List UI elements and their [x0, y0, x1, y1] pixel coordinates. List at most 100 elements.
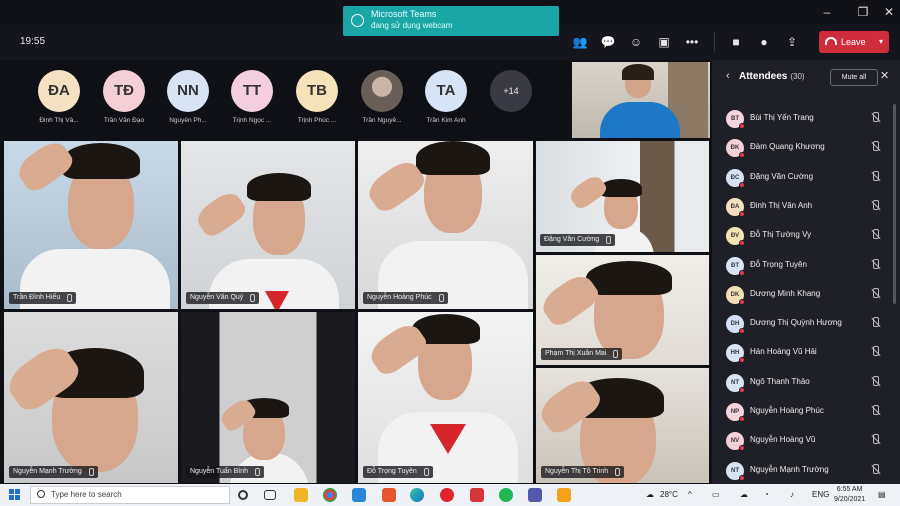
share-screen-icon[interactable]: ⇪: [784, 34, 800, 50]
minimize-icon[interactable]: –: [816, 3, 838, 21]
avatar-tile[interactable]: NN Nguyễn Ph...: [158, 70, 218, 124]
mail-icon[interactable]: [352, 488, 366, 502]
video-tile[interactable]: Nguyễn Văn Quý: [180, 140, 356, 310]
mic-off-icon[interactable]: [870, 141, 880, 153]
notifications-icon[interactable]: ▤: [878, 490, 886, 499]
microphone-icon[interactable]: ●: [756, 34, 772, 50]
mic-off-icon[interactable]: [870, 199, 880, 212]
avatar-tile[interactable]: TB Trịnh Phúc ...: [287, 70, 347, 124]
weather-icon[interactable]: ☁: [646, 490, 654, 499]
mic-off-icon: [255, 468, 260, 476]
attendees-scrollbar[interactable]: [893, 104, 896, 304]
chevron-left-icon[interactable]: ‹: [726, 70, 730, 82]
spotify-icon[interactable]: [499, 488, 513, 502]
avatar-tile[interactable]: ĐA Đinh Thị Vâ...: [29, 70, 89, 124]
avatar-tile[interactable]: TT Trịnh Ngọc ...: [222, 70, 282, 124]
chrome-icon[interactable]: [323, 488, 337, 502]
video-tile[interactable]: Nguyễn Tuấn Bình: [180, 311, 356, 484]
chevron-down-icon[interactable]: ▾: [879, 31, 883, 53]
attendee-row[interactable]: NT Nguyễn Mạnh Trường: [712, 456, 900, 485]
attendee-row[interactable]: ĐV Đỗ Thị Tường Vy: [712, 221, 900, 250]
attendee-row[interactable]: NP Nguyễn Hoàng Phúc: [712, 397, 900, 426]
video-tile[interactable]: Trần Đình Hiếu: [3, 140, 179, 310]
avatar-name: Trần Văn Đạo: [103, 117, 145, 124]
status-dot: [739, 181, 745, 188]
reactions-icon[interactable]: ☺: [628, 34, 644, 50]
attendee-row[interactable]: ĐC Đặng Văn Cường: [712, 163, 900, 192]
battery-icon[interactable]: ▭: [712, 490, 720, 499]
participant-name: Nguyễn Văn Quý: [190, 294, 244, 301]
system-tray-chevron-icon[interactable]: ^: [688, 490, 692, 499]
cortana-icon[interactable]: [238, 490, 248, 500]
attendee-row[interactable]: ĐT Đỗ Trọng Tuyên: [712, 251, 900, 280]
volume-icon[interactable]: ♪: [790, 490, 794, 499]
avatar-tile[interactable]: Trần Nguyê...: [352, 70, 412, 124]
status-dot: [739, 445, 745, 452]
avatar-name: Đinh Thị Vâ...: [39, 117, 79, 124]
attendee-row[interactable]: NT Ngô Thanh Thảo: [712, 368, 900, 397]
participants-icon[interactable]: 👥: [572, 34, 588, 50]
media-player-icon[interactable]: [557, 488, 571, 502]
close-icon[interactable]: ✕: [880, 69, 889, 82]
taskbar-search-box[interactable]: Type here to search: [30, 486, 230, 504]
office-icon[interactable]: [382, 488, 396, 502]
teams-notification-icon: [351, 14, 364, 27]
avatar: ĐC: [726, 168, 745, 188]
weather-temperature[interactable]: 28°C: [660, 490, 678, 499]
attendee-row[interactable]: DK Dương Minh Khang: [712, 280, 900, 309]
video-tile[interactable]: Phạm Thị Xuân Mai: [535, 254, 710, 366]
rooms-icon[interactable]: ▣: [656, 34, 672, 50]
opera-icon[interactable]: [440, 488, 454, 502]
avatar-name: Trịnh Phúc ...: [297, 117, 337, 124]
attendee-row[interactable]: HH Hán Hoàng Vũ Hải: [712, 338, 900, 367]
avatar-tile[interactable]: TA Trần Kim Anh: [416, 70, 476, 124]
wps-icon[interactable]: [470, 488, 484, 502]
edge-icon[interactable]: [410, 488, 424, 502]
video-tile[interactable]: Nguyễn Thị Tô Trinh: [535, 367, 710, 484]
mic-off-icon[interactable]: [870, 112, 880, 124]
mic-off-icon[interactable]: [870, 463, 880, 476]
pinned-video-teacher[interactable]: [572, 62, 710, 138]
attendee-row[interactable]: DH Dương Thị Quỳnh Hương: [712, 309, 900, 338]
chat-icon[interactable]: 💬: [600, 34, 616, 50]
maximize-icon[interactable]: ❐: [852, 3, 874, 21]
teams-icon[interactable]: [528, 488, 542, 502]
mute-all-button[interactable]: Mute all: [830, 69, 878, 86]
attendee-row[interactable]: NV Nguyễn Hoàng Vũ: [712, 426, 900, 455]
avatar-initials: DH: [730, 321, 740, 328]
mic-off-icon[interactable]: [870, 346, 880, 358]
more-actions-icon[interactable]: •••: [684, 34, 700, 50]
mic-off-icon[interactable]: [870, 405, 880, 417]
attendee-row[interactable]: ĐK Đàm Quang Khương: [712, 133, 900, 162]
leave-button[interactable]: Leave ▾: [819, 31, 889, 53]
onedrive-icon[interactable]: ☁: [740, 490, 748, 499]
mic-off-icon[interactable]: [870, 258, 880, 271]
video-tile[interactable]: Nguyễn Hoàng Phúc: [357, 140, 534, 310]
attendee-row[interactable]: ĐA Đinh Thị Vân Anh: [712, 192, 900, 221]
mic-off-icon[interactable]: [870, 170, 880, 183]
network-icon[interactable]: ◔: [764, 490, 769, 499]
mic-off-icon[interactable]: [870, 317, 880, 329]
task-view-icon[interactable]: [264, 490, 276, 500]
participant-name: Phạm Thị Xuân Mai: [545, 350, 607, 357]
video-tile[interactable]: Đỗ Trọng Tuyên: [357, 311, 534, 484]
mic-off-icon[interactable]: [870, 287, 880, 300]
avatar: ĐA: [726, 197, 745, 217]
avatar: NN: [167, 70, 209, 112]
camera-icon[interactable]: ■: [728, 34, 744, 50]
windows-start-icon[interactable]: [9, 489, 21, 501]
mic-off-icon[interactable]: [870, 375, 880, 388]
toast-subtitle: đang sử dụng webcam: [371, 21, 453, 30]
video-tile[interactable]: Nguyễn Mạnh Trường: [3, 311, 179, 484]
attendees-title: Attendees (30): [739, 71, 805, 82]
file-explorer-icon[interactable]: [294, 488, 308, 502]
attendee-row[interactable]: BT Bùi Thị Yến Trang: [712, 104, 900, 133]
mic-off-icon[interactable]: [870, 434, 880, 446]
close-window-icon[interactable]: ✕: [878, 3, 900, 21]
more-participants-button[interactable]: +14: [490, 70, 532, 112]
system-clock[interactable]: 6:55 AM 9/20/2021: [834, 485, 865, 505]
video-tile[interactable]: Đặng Văn Cường: [535, 140, 710, 253]
avatar-tile[interactable]: TĐ Trần Văn Đạo: [94, 70, 154, 124]
mic-off-icon[interactable]: [870, 229, 880, 241]
input-language[interactable]: ENG: [812, 490, 829, 499]
